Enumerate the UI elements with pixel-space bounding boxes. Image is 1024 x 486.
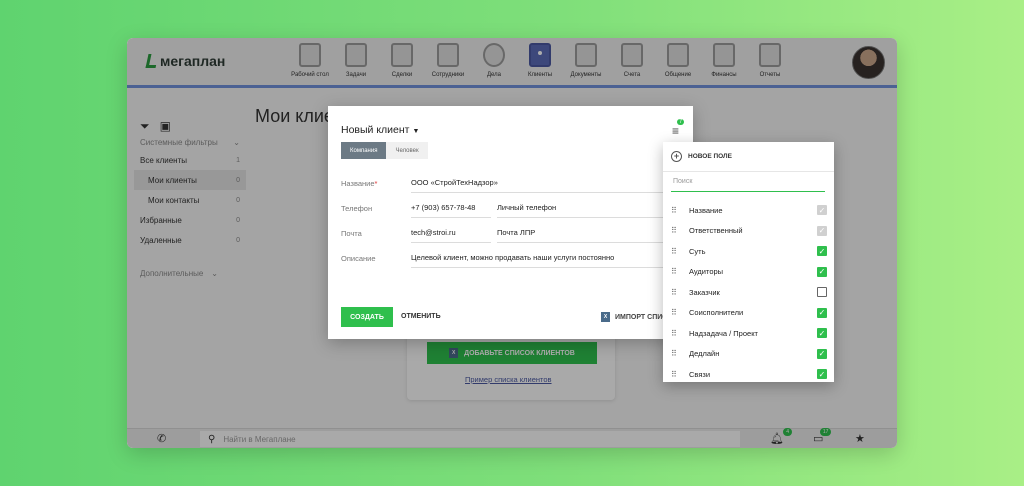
phone-label: Телефон (341, 203, 373, 213)
tab-company[interactable]: Компания (341, 142, 387, 159)
new-field-button[interactable]: + НОВОЕ ПОЛЕ (671, 151, 732, 162)
fields-count-badge: 7 (677, 119, 684, 125)
field-option-label: Аудиторы (689, 267, 724, 276)
field-option-label: Дедлайн (689, 349, 720, 358)
field-option[interactable]: ⠿ Связи ✓ (671, 364, 827, 382)
field-option-label: Связи (689, 369, 711, 379)
modal-title[interactable]: Новый клиент ▼ (341, 124, 419, 136)
field-option[interactable]: ⠿ Соисполнители ✓ (671, 303, 827, 323)
plus-circle-icon: + (671, 151, 682, 162)
field-option-label: Надзадача / Проект (689, 328, 758, 338)
checkbox[interactable]: ✓ (817, 246, 827, 256)
divider (663, 171, 834, 172)
checkbox: ✓ (817, 225, 827, 236)
checkbox[interactable]: ✓ (817, 307, 827, 318)
drag-handle-icon[interactable]: ⠿ (671, 308, 681, 317)
phone-type-field[interactable]: Личный телефон (497, 198, 671, 218)
phone-row: Телефон +7 (903) 657-78-48 Личный телефо… (341, 198, 681, 218)
drag-handle-icon[interactable]: ⠿ (671, 267, 681, 276)
field-option[interactable]: ⠿ Надзадача / Проект ✓ (671, 323, 827, 343)
field-option[interactable]: ⠿ Ответственный ✓ (671, 221, 827, 241)
fields-search-input[interactable]: Поиск (671, 178, 825, 192)
checkbox: ✓ (817, 205, 827, 215)
email-field[interactable]: tech@stroi.ru (411, 223, 491, 243)
drag-handle-icon[interactable]: ⠿ (671, 288, 681, 297)
description-label: Описание (341, 253, 376, 263)
drag-handle-icon[interactable]: ⠿ (671, 206, 681, 215)
field-option[interactable]: ⠿ Заказчик (671, 282, 827, 302)
tab-person[interactable]: Человек (386, 142, 428, 159)
checkbox[interactable]: ✓ (817, 369, 827, 379)
checkbox[interactable]: ✓ (817, 348, 827, 359)
drag-handle-icon[interactable]: ⠿ (671, 349, 681, 358)
field-option-label: Ответственный (689, 226, 743, 235)
checkbox[interactable]: ✓ (817, 266, 827, 277)
new-client-modal: Новый клиент ▼ ≡ 7 Компания Человек Назва… (328, 106, 693, 339)
phone-field[interactable]: +7 (903) 657-78-48 (411, 198, 491, 218)
description-row: Описание Целевой клиент, можно продавать… (341, 248, 681, 268)
excel-icon: X (601, 312, 610, 322)
drag-handle-icon[interactable]: ⠿ (671, 329, 681, 338)
field-option-label: Заказчик (689, 287, 720, 297)
caret-down-icon: ▼ (412, 128, 420, 135)
name-row: Название* ООО «СтройТехНадзор» (341, 173, 681, 193)
field-option-label: Название (689, 205, 723, 215)
field-option[interactable]: ⠿ Аудиторы ✓ (671, 262, 827, 282)
description-field[interactable]: Целевой клиент, можно продавать наши усл… (411, 248, 671, 268)
create-button[interactable]: СОЗДАТЬ (341, 307, 393, 327)
checkbox[interactable]: ✓ (817, 328, 827, 338)
email-label: Почта (341, 228, 362, 238)
name-field[interactable]: ООО «СтройТехНадзор» (411, 173, 671, 193)
email-type-field[interactable]: Почта ЛПР (497, 223, 671, 243)
field-option-label: Суть (689, 246, 706, 256)
drag-handle-icon[interactable]: ⠿ (671, 247, 681, 256)
field-option[interactable]: ⠿ Дедлайн ✓ (671, 344, 827, 364)
cancel-button[interactable]: ОТМЕНИТЬ (401, 313, 441, 320)
drag-handle-icon[interactable]: ⠿ (671, 370, 681, 379)
app-window: мегаплан Рабочий стол Задачи Сделки Сотрудн… (127, 38, 897, 448)
fields-dropdown: + НОВОЕ ПОЛЕ Поиск ⠿ Название ✓ ⠿ Ответствен… (663, 142, 834, 382)
name-label: Название* (341, 178, 378, 188)
client-type-toggle: Компания Человек (341, 142, 428, 159)
checkbox[interactable] (817, 287, 827, 297)
list-add-icon: ≡ (671, 124, 679, 138)
drag-handle-icon[interactable]: ⠿ (671, 226, 681, 235)
email-row: Почта tech@stroi.ru Почта ЛПР (341, 223, 681, 243)
field-option-label: Соисполнители (689, 308, 744, 317)
field-option[interactable]: ⠿ Название ✓ (671, 200, 827, 220)
field-option[interactable]: ⠿ Суть ✓ (671, 241, 827, 261)
fields-settings-button[interactable]: ≡ 7 (671, 119, 684, 138)
